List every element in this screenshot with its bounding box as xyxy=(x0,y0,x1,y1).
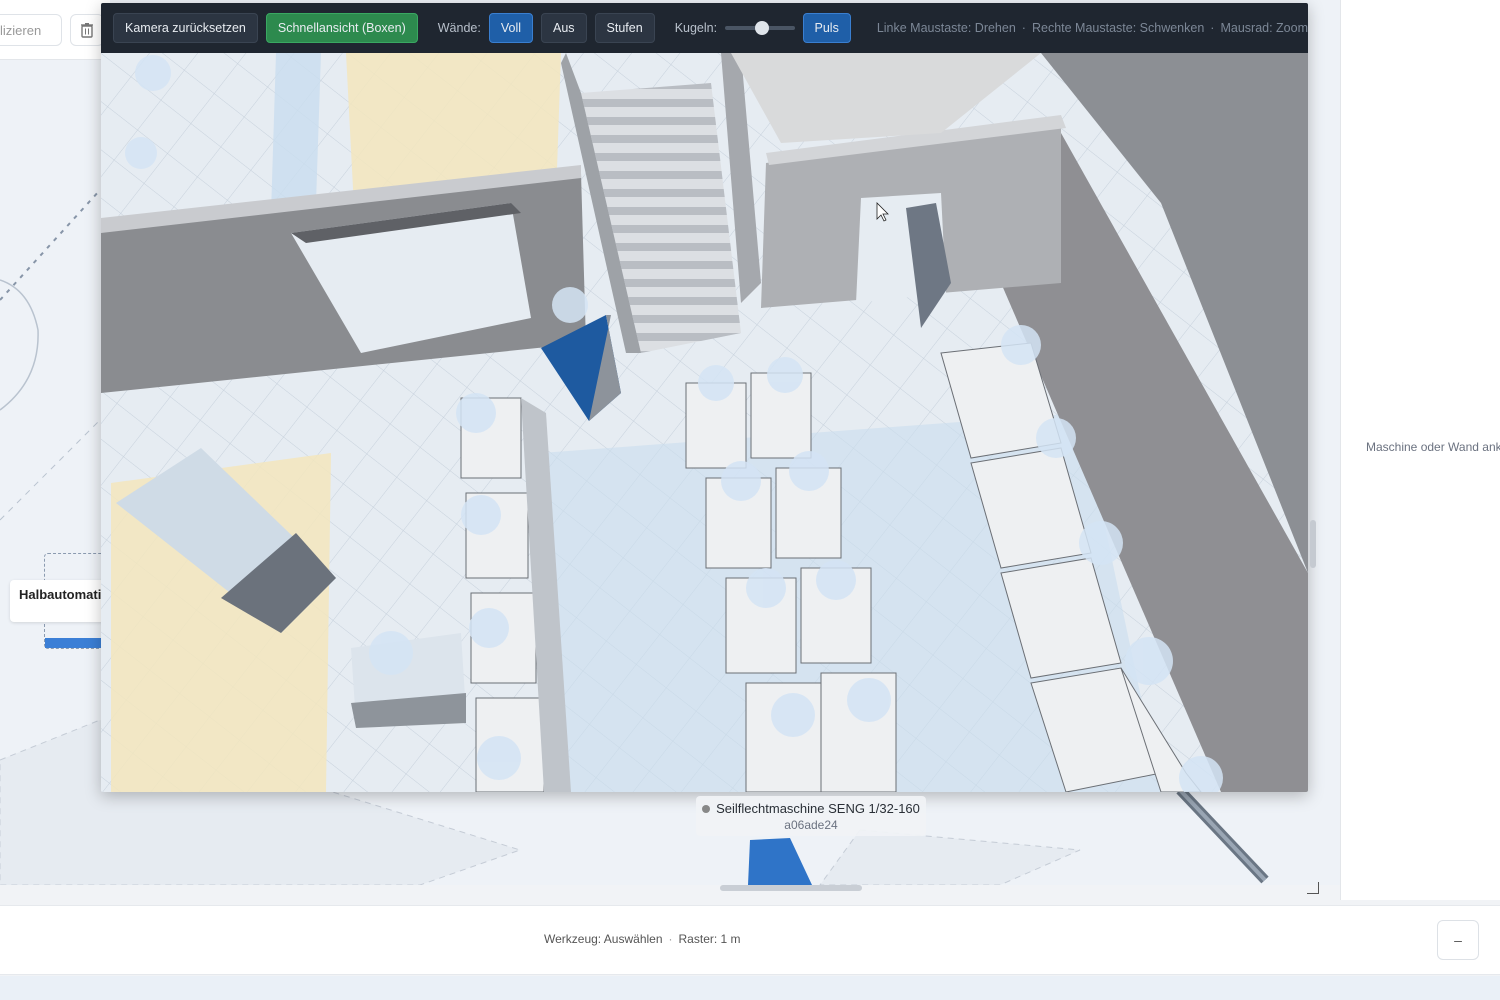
hint-separator: · xyxy=(1210,21,1215,35)
tooltip-id: a06ade24 xyxy=(784,818,838,832)
3d-viewer[interactable]: Kamera zurücksetzen Schnellansicht (Boxe… xyxy=(101,3,1308,792)
hint-zoom: Mausrad: Zoom xyxy=(1220,21,1308,35)
spheres-slider-knob[interactable] xyxy=(755,21,770,35)
hint-pan: Rechte Maustaste: Schwenken xyxy=(1031,21,1205,35)
machine-label[interactable]: Halbautomati xyxy=(10,580,106,622)
footer-strip xyxy=(0,976,1500,1000)
status-dot-icon xyxy=(702,805,711,813)
pulse-button[interactable]: Puls xyxy=(802,13,851,43)
3d-scene[interactable] xyxy=(101,53,1308,792)
zoom-out-button[interactable]: – xyxy=(1437,920,1479,960)
hint-separator: · xyxy=(1021,21,1026,35)
editor-toolbar: lizieren xyxy=(0,0,110,60)
walls-steps-button[interactable]: Stufen xyxy=(594,13,655,43)
status-separator: · xyxy=(668,932,673,946)
quick-view-button[interactable]: Schnellansicht (Boxen) xyxy=(265,13,418,43)
status-tool: Werkzeug: Auswählen xyxy=(544,932,663,946)
walls-label: Wände: xyxy=(437,21,481,35)
spheres-slider[interactable] xyxy=(725,21,795,35)
spheres-label: Kugeln: xyxy=(674,21,718,35)
properties-panel: Maschine oder Wand ank xyxy=(1340,0,1500,900)
vertical-scrollbar[interactable] xyxy=(1310,520,1316,568)
properties-hint: Maschine oder Wand ank xyxy=(1366,440,1500,454)
walls-off-button[interactable]: Aus xyxy=(541,13,587,43)
zone-blue-top xyxy=(271,53,321,213)
duplicate-button[interactable]: lizieren xyxy=(0,14,62,46)
hint-rotate: Linke Maustaste: Drehen xyxy=(876,21,1016,35)
status-grid: Raster: 1 m xyxy=(678,932,741,946)
reset-camera-button[interactable]: Kamera zurücksetzen xyxy=(113,13,258,43)
horizontal-scrollbar[interactable] xyxy=(720,885,862,891)
status-bar: Werkzeug: Auswählen · Raster: 1 m – xyxy=(0,905,1500,975)
status-text: Werkzeug: Auswählen · Raster: 1 m xyxy=(544,932,741,946)
trash-icon[interactable] xyxy=(70,14,104,46)
resize-handle-icon[interactable] xyxy=(1307,882,1319,894)
mouse-hints: Linke Maustaste: Drehen · Rechte Maustaste… xyxy=(877,21,1308,35)
machine-tooltip: Seilflechtmaschine SENG 1/32-160 a06ade2… xyxy=(696,796,926,836)
tooltip-title: Seilflechtmaschine SENG 1/32-160 xyxy=(696,801,926,816)
machine-outline-bar xyxy=(45,638,109,648)
duplicate-button-label: lizieren xyxy=(0,23,42,38)
viewer-toolbar: Kamera zurücksetzen Schnellansicht (Boxe… xyxy=(101,3,1308,53)
walls-full-button[interactable]: Voll xyxy=(488,13,533,43)
tooltip-name: Seilflechtmaschine SENG 1/32-160 xyxy=(716,801,920,816)
